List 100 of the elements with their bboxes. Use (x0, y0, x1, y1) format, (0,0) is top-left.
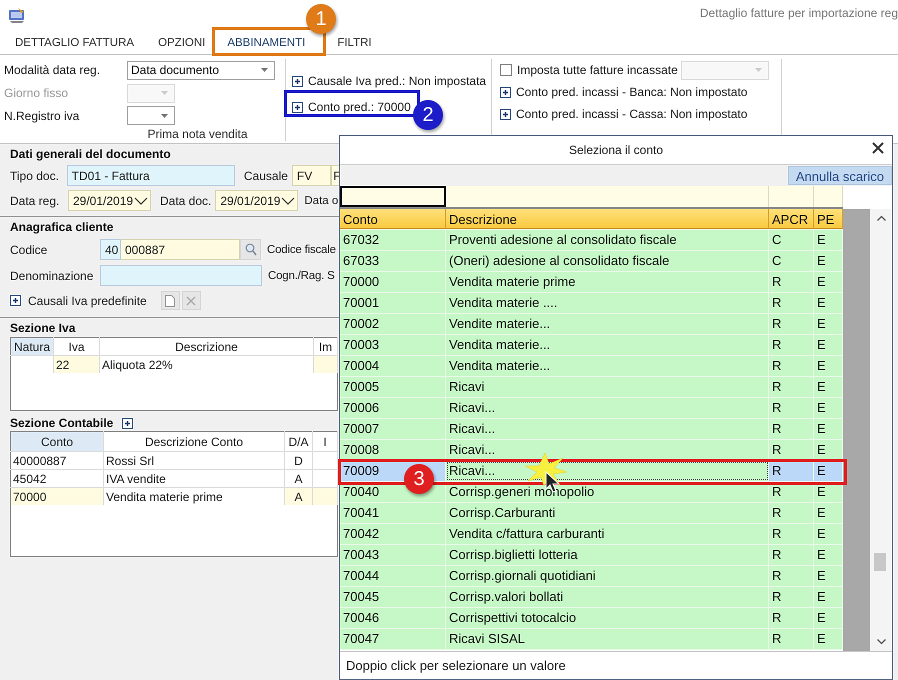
cancel-button[interactable]: Annulla scarico (788, 166, 892, 185)
dropdown[interactable] (127, 106, 175, 126)
expand-icon[interactable] (10, 295, 21, 306)
input-field[interactable]: FV (292, 165, 332, 186)
table-cell: Vendita c/fattura carburanti (446, 524, 769, 544)
column-header: Descrizione (100, 338, 314, 356)
table-cell: Ricavi... (446, 398, 769, 418)
table-cell: R (769, 335, 814, 355)
new-button[interactable] (160, 291, 180, 310)
dropdown-caret-icon (261, 68, 268, 72)
input-field[interactable] (100, 265, 262, 286)
dropdown-caret-icon (161, 91, 168, 95)
table-cell: 70044 (340, 566, 446, 586)
expand-icon[interactable] (292, 76, 303, 86)
table-cell: 70004 (340, 356, 446, 376)
expand-icon[interactable] (292, 102, 303, 112)
table-cell: E (814, 629, 843, 649)
table-cell: 22 (54, 356, 100, 373)
dropdown-caret-icon (754, 68, 762, 72)
link[interactable]: Conto pred. incassi - Banca: Non impostato (516, 85, 748, 99)
app-logo-icon (8, 7, 26, 23)
table-cell: R (769, 314, 814, 334)
date-field[interactable]: 29/01/2019 (68, 190, 151, 211)
field-label: Modalità data reg. (4, 63, 102, 78)
table-cell: Vendita materie prime (104, 488, 284, 505)
column-header[interactable]: Descrizione (446, 209, 769, 229)
delete-button[interactable] (182, 291, 201, 310)
filter-field[interactable] (340, 186, 446, 207)
table-cell: R (769, 377, 814, 397)
tab[interactable]: FILTRI (329, 33, 380, 53)
scroll-up-icon[interactable] (876, 215, 886, 221)
table-cell: Aliquota 22% (100, 356, 314, 373)
table-cell: Vendita materie... (446, 356, 769, 376)
table-cell: Vendita materie .... (446, 293, 769, 313)
date-field[interactable]: 29/01/2019 (215, 190, 298, 211)
column-header[interactable]: APCR (769, 209, 814, 229)
table-cell: 40000887 (10, 452, 104, 470)
chevron-down-icon[interactable] (134, 196, 148, 204)
link[interactable]: Causale Iva pred.: Non impostata (308, 74, 486, 88)
table-cell: R (769, 608, 814, 628)
field-label: Data reg. (10, 194, 60, 208)
column-header[interactable]: Conto (340, 209, 446, 229)
dropdown[interactable]: Data documento (127, 60, 275, 80)
table-cell: E (814, 398, 843, 418)
field-label: Causale (244, 168, 288, 182)
table-cell: Vendita materie prime (446, 272, 769, 292)
scrollbar[interactable] (870, 209, 892, 651)
scroll-down-icon[interactable] (876, 639, 886, 645)
section-title: Sezione Iva (10, 321, 76, 337)
table-cell: Corrisp.biglietti lotteria (446, 545, 769, 565)
table-cell: E (814, 566, 843, 586)
section-title: Sezione Contabile (10, 416, 114, 430)
tab[interactable]: OPZIONI (150, 33, 214, 53)
table-cell: E (814, 314, 843, 334)
search-button[interactable] (240, 239, 261, 260)
checkbox-label: Imposta tutte fatture incassate (517, 63, 678, 77)
table-cell: Corrisp.giornali quotidiani (446, 566, 769, 586)
field-label: N.Registro iva (4, 108, 80, 123)
table-cell: Corrispettivi totocalcio (446, 608, 769, 628)
checkbox[interactable] (500, 64, 512, 76)
link[interactable]: Conto pred. incassi - Cassa: Non impostato (516, 107, 748, 121)
table-cell: R (769, 272, 814, 292)
table-cell: 70045 (340, 587, 446, 607)
expand-icon[interactable] (500, 86, 511, 98)
section-title: Dati generali del documento (10, 147, 172, 163)
table-cell: IVA vendite (104, 470, 284, 488)
table-cell: 70047 (340, 629, 446, 649)
table-cell: E (814, 608, 843, 628)
scrollbar-thumb[interactable] (874, 553, 886, 571)
column-header: Im (314, 338, 338, 356)
table-cell: 70006 (340, 398, 446, 418)
tab[interactable]: DETTAGLIO FATTURA (7, 33, 142, 53)
section-title: Anagrafica cliente (10, 220, 114, 236)
table-cell: E (814, 230, 843, 250)
dialog-title: Seleziona il conto (568, 143, 664, 157)
input-field[interactable]: TD01 - Fattura (66, 165, 235, 186)
chevron-down-icon[interactable] (281, 196, 296, 204)
input-field[interactable]: 000887 (121, 239, 240, 260)
link[interactable]: Conto pred.: 70000 (308, 100, 411, 114)
table-cell: E (814, 545, 843, 565)
table-cell: R (769, 356, 814, 376)
click-burst-icon (522, 452, 568, 486)
close-icon[interactable] (872, 142, 884, 154)
table-cell: D (284, 452, 312, 470)
table-cell: R (769, 398, 814, 418)
expand-icon[interactable] (122, 418, 134, 428)
input-field[interactable]: 40 (100, 239, 121, 260)
tab[interactable]: ABBINAMENTI (219, 33, 314, 53)
table-cell: 70000 (10, 488, 104, 505)
table-cell: Vendita materie... (446, 335, 769, 355)
table-cell: R (769, 545, 814, 565)
expand-icon[interactable] (500, 108, 511, 120)
table-cell: 70046 (340, 608, 446, 628)
table-cell: Proventi adesione al consolidato fiscale (446, 230, 769, 250)
field-label: Data doc. (160, 194, 212, 208)
document-icon (165, 294, 176, 306)
table-cell: E (814, 587, 843, 607)
column-header[interactable]: PE (814, 209, 843, 229)
link[interactable]: Causali Iva predefinite (28, 294, 147, 308)
field-label: Data o (304, 194, 338, 206)
